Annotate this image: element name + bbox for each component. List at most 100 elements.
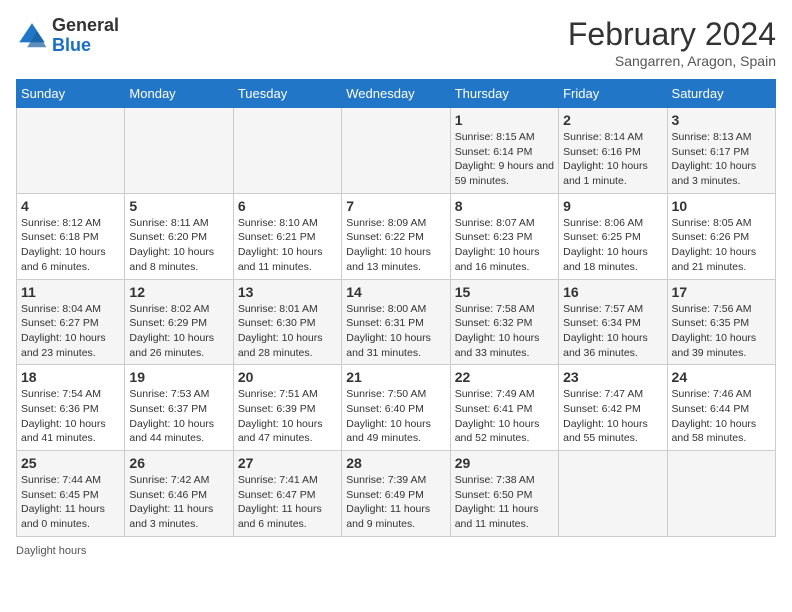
day-of-week-header: Tuesday <box>233 80 341 108</box>
calendar-cell <box>342 108 450 194</box>
page-header: General Blue February 2024 Sangarren, Ar… <box>16 16 776 69</box>
day-info: Sunrise: 7:49 AM Sunset: 6:41 PM Dayligh… <box>455 387 554 446</box>
calendar-cell: 19 Sunrise: 7:53 AM Sunset: 6:37 PM Dayli… <box>125 365 233 451</box>
day-of-week-header: Sunday <box>17 80 125 108</box>
day-info: Sunrise: 8:12 AM Sunset: 6:18 PM Dayligh… <box>21 216 120 275</box>
day-info: Sunrise: 8:13 AM Sunset: 6:17 PM Dayligh… <box>672 130 771 189</box>
month-year: February 2024 <box>568 16 776 53</box>
day-number: 1 <box>455 112 554 128</box>
calendar-cell: 9Sunrise: 8:06 AM Sunset: 6:25 PM Daylig… <box>559 193 667 279</box>
day-number: 10 <box>672 198 771 214</box>
day-info: Sunrise: 7:47 AM Sunset: 6:42 PM Dayligh… <box>563 387 662 446</box>
calendar-cell: 24 Sunrise: 7:46 AM Sunset: 6:44 PM Dayli… <box>667 365 775 451</box>
day-number: 26 <box>129 455 228 471</box>
day-number: 19 <box>129 369 228 385</box>
calendar-cell: 21Sunrise: 7:50 AM Sunset: 6:40 PM Dayli… <box>342 365 450 451</box>
day-info: Sunrise: 8:00 AM Sunset: 6:31 PM Dayligh… <box>346 302 445 361</box>
calendar-cell: 15 Sunrise: 7:58 AM Sunset: 6:32 PM Dayli… <box>450 279 558 365</box>
day-info: Sunrise: 7:50 AM Sunset: 6:40 PM Dayligh… <box>346 387 445 446</box>
day-number: 23 <box>563 369 662 385</box>
day-number: 13 <box>238 284 337 300</box>
day-number: 12 <box>129 284 228 300</box>
logo-icon <box>16 20 48 52</box>
calendar-cell: 14 Sunrise: 8:00 AM Sunset: 6:31 PM Dayli… <box>342 279 450 365</box>
logo: General Blue <box>16 16 119 56</box>
day-number: 4 <box>21 198 120 214</box>
calendar-cell <box>233 108 341 194</box>
day-of-week-header: Wednesday <box>342 80 450 108</box>
footer: Daylight hours <box>16 545 776 557</box>
day-info: Sunrise: 8:05 AM Sunset: 6:26 PM Dayligh… <box>672 216 771 275</box>
title-area: February 2024 Sangarren, Aragon, Spain <box>568 16 776 69</box>
day-of-week-header: Friday <box>559 80 667 108</box>
day-number: 24 <box>672 369 771 385</box>
day-info: Sunrise: 7:44 AM Sunset: 6:45 PM Dayligh… <box>21 473 120 532</box>
day-info: Sunrise: 7:42 AM Sunset: 6:46 PM Dayligh… <box>129 473 228 532</box>
day-info: Sunrise: 8:11 AM Sunset: 6:20 PM Dayligh… <box>129 216 228 275</box>
calendar-cell <box>125 108 233 194</box>
day-number: 14 <box>346 284 445 300</box>
day-number: 15 <box>455 284 554 300</box>
calendar-cell: 25 Sunrise: 7:44 AM Sunset: 6:45 PM Dayli… <box>17 451 125 537</box>
day-info: Sunrise: 7:54 AM Sunset: 6:36 PM Dayligh… <box>21 387 120 446</box>
calendar-cell: 11 Sunrise: 8:04 AM Sunset: 6:27 PM Dayli… <box>17 279 125 365</box>
calendar-cell: 28 Sunrise: 7:39 AM Sunset: 6:49 PM Dayli… <box>342 451 450 537</box>
calendar-cell <box>667 451 775 537</box>
day-info: Sunrise: 7:38 AM Sunset: 6:50 PM Dayligh… <box>455 473 554 532</box>
day-info: Sunrise: 8:07 AM Sunset: 6:23 PM Dayligh… <box>455 216 554 275</box>
calendar-cell: 12 Sunrise: 8:02 AM Sunset: 6:29 PM Dayli… <box>125 279 233 365</box>
day-number: 25 <box>21 455 120 471</box>
day-number: 11 <box>21 284 120 300</box>
calendar-week-row: 11 Sunrise: 8:04 AM Sunset: 6:27 PM Dayli… <box>17 279 776 365</box>
day-of-week-header: Monday <box>125 80 233 108</box>
day-info: Sunrise: 8:14 AM Sunset: 6:16 PM Dayligh… <box>563 130 662 189</box>
day-info: Sunrise: 7:41 AM Sunset: 6:47 PM Dayligh… <box>238 473 337 532</box>
day-info: Sunrise: 7:56 AM Sunset: 6:35 PM Dayligh… <box>672 302 771 361</box>
day-info: Sunrise: 7:46 AM Sunset: 6:44 PM Dayligh… <box>672 387 771 446</box>
day-number: 6 <box>238 198 337 214</box>
daylight-label: Daylight hours <box>16 545 86 557</box>
calendar-week-row: 18 Sunrise: 7:54 AM Sunset: 6:36 PM Dayli… <box>17 365 776 451</box>
calendar-week-row: 25 Sunrise: 7:44 AM Sunset: 6:45 PM Dayli… <box>17 451 776 537</box>
day-number: 17 <box>672 284 771 300</box>
day-number: 16 <box>563 284 662 300</box>
calendar-cell: 2Sunrise: 8:14 AM Sunset: 6:16 PM Daylig… <box>559 108 667 194</box>
logo-text: General Blue <box>52 16 119 56</box>
day-number: 5 <box>129 198 228 214</box>
day-info: Sunrise: 8:09 AM Sunset: 6:22 PM Dayligh… <box>346 216 445 275</box>
calendar-cell: 3 Sunrise: 8:13 AM Sunset: 6:17 PM Daylig… <box>667 108 775 194</box>
location: Sangarren, Aragon, Spain <box>568 53 776 69</box>
calendar-cell: 22 Sunrise: 7:49 AM Sunset: 6:41 PM Dayli… <box>450 365 558 451</box>
day-number: 3 <box>672 112 771 128</box>
day-number: 27 <box>238 455 337 471</box>
calendar-cell <box>17 108 125 194</box>
calendar-cell: 26 Sunrise: 7:42 AM Sunset: 6:46 PM Dayli… <box>125 451 233 537</box>
calendar-cell: 1Sunrise: 8:15 AM Sunset: 6:14 PM Daylig… <box>450 108 558 194</box>
day-info: Sunrise: 7:57 AM Sunset: 6:34 PM Dayligh… <box>563 302 662 361</box>
day-info: Sunrise: 8:02 AM Sunset: 6:29 PM Dayligh… <box>129 302 228 361</box>
calendar-cell: 27 Sunrise: 7:41 AM Sunset: 6:47 PM Dayli… <box>233 451 341 537</box>
day-info: Sunrise: 7:58 AM Sunset: 6:32 PM Dayligh… <box>455 302 554 361</box>
day-number: 8 <box>455 198 554 214</box>
day-number: 22 <box>455 369 554 385</box>
calendar-body: 1Sunrise: 8:15 AM Sunset: 6:14 PM Daylig… <box>17 108 776 537</box>
calendar-cell: 5 Sunrise: 8:11 AM Sunset: 6:20 PM Daylig… <box>125 193 233 279</box>
calendar-cell: 10 Sunrise: 8:05 AM Sunset: 6:26 PM Dayli… <box>667 193 775 279</box>
day-info: Sunrise: 7:39 AM Sunset: 6:49 PM Dayligh… <box>346 473 445 532</box>
calendar-cell: 23 Sunrise: 7:47 AM Sunset: 6:42 PM Dayli… <box>559 365 667 451</box>
day-info: Sunrise: 7:51 AM Sunset: 6:39 PM Dayligh… <box>238 387 337 446</box>
day-info: Sunrise: 8:04 AM Sunset: 6:27 PM Dayligh… <box>21 302 120 361</box>
day-number: 28 <box>346 455 445 471</box>
day-of-week-header: Thursday <box>450 80 558 108</box>
day-info: Sunrise: 8:10 AM Sunset: 6:21 PM Dayligh… <box>238 216 337 275</box>
calendar-table: SundayMondayTuesdayWednesdayThursdayFrid… <box>16 79 776 537</box>
day-info: Sunrise: 8:01 AM Sunset: 6:30 PM Dayligh… <box>238 302 337 361</box>
day-number: 9 <box>563 198 662 214</box>
calendar-cell <box>559 451 667 537</box>
calendar-cell: 17 Sunrise: 7:56 AM Sunset: 6:35 PM Dayli… <box>667 279 775 365</box>
calendar-week-row: 1Sunrise: 8:15 AM Sunset: 6:14 PM Daylig… <box>17 108 776 194</box>
day-info: Sunrise: 7:53 AM Sunset: 6:37 PM Dayligh… <box>129 387 228 446</box>
calendar-cell: 6 Sunrise: 8:10 AM Sunset: 6:21 PM Daylig… <box>233 193 341 279</box>
calendar-header-row: SundayMondayTuesdayWednesdayThursdayFrid… <box>17 80 776 108</box>
day-number: 18 <box>21 369 120 385</box>
